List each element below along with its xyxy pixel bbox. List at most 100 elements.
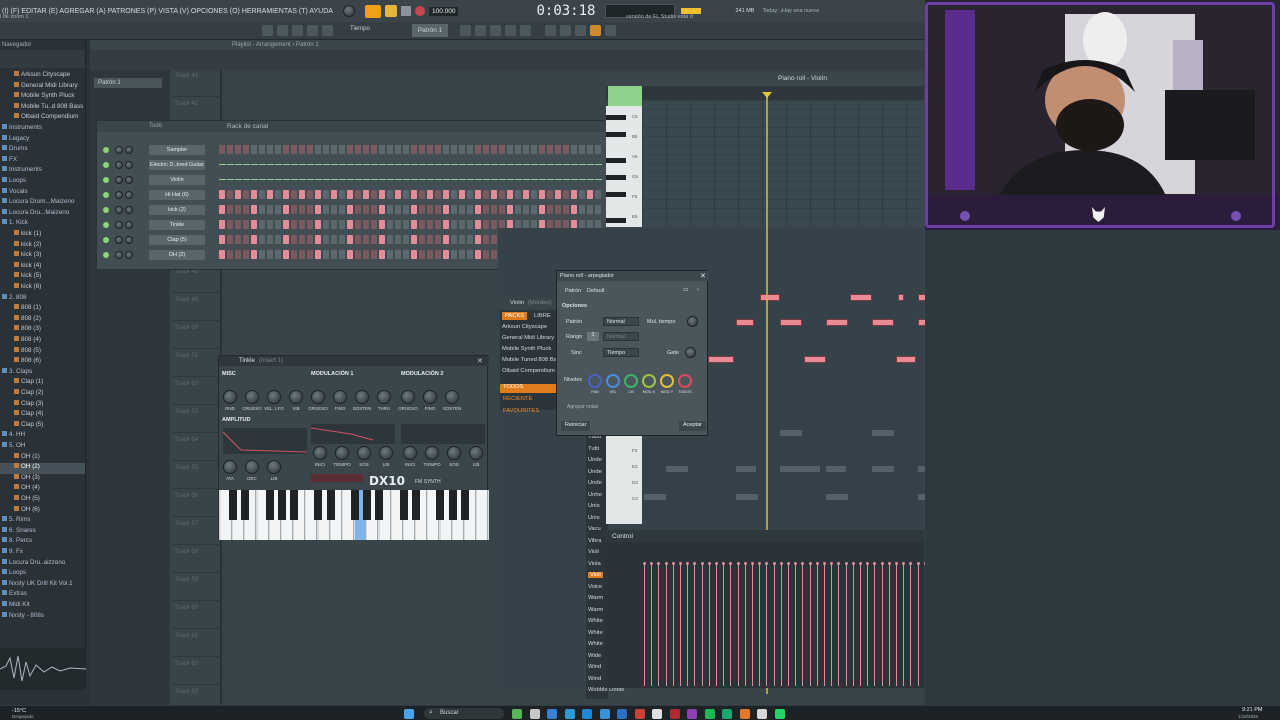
step-button[interactable]	[283, 145, 289, 154]
pack-item[interactable]: Mobile Synth Pluck	[502, 346, 551, 352]
velocity-handle[interactable]	[895, 562, 898, 565]
velocity-handle[interactable]	[902, 562, 906, 565]
velocity-bar[interactable]	[730, 562, 732, 686]
channel-led[interactable]	[103, 192, 109, 198]
step-button[interactable]	[267, 250, 273, 259]
step-button[interactable]	[355, 145, 361, 154]
stop-button[interactable]	[400, 6, 411, 16]
velocity-bar[interactable]	[723, 562, 725, 686]
velocity-bar[interactable]	[910, 562, 912, 686]
snap-selector[interactable]: Tiempo	[350, 26, 370, 32]
browser-item[interactable]: 808 (5)	[0, 346, 85, 358]
step-button[interactable]	[499, 145, 505, 154]
velocity-handle[interactable]	[715, 562, 718, 565]
taskbar-app-icon[interactable]	[617, 709, 627, 719]
note[interactable]	[804, 356, 826, 363]
step-button[interactable]	[307, 190, 313, 199]
step-button[interactable]	[259, 205, 265, 214]
velocity-bar[interactable]	[701, 562, 703, 686]
step-button[interactable]	[299, 220, 305, 229]
browser-item[interactable]: General Midi Library	[0, 81, 85, 93]
velocity-bar[interactable]	[687, 562, 689, 686]
tool-icon[interactable]	[490, 25, 501, 36]
step-button[interactable]	[323, 220, 329, 229]
tab-libre[interactable]: LIBRE	[532, 312, 553, 320]
velocity-handle[interactable]	[779, 562, 783, 565]
step-button[interactable]	[555, 145, 561, 154]
track-label[interactable]: Track 62	[172, 658, 220, 685]
browser-folder[interactable]: Nxsty - 808s	[0, 611, 85, 623]
step-button[interactable]	[315, 190, 321, 199]
velocity-bar[interactable]	[852, 562, 854, 686]
step-button[interactable]	[259, 220, 265, 229]
step-button[interactable]	[467, 235, 473, 244]
step-button[interactable]	[251, 190, 257, 199]
velocity-bar[interactable]	[896, 562, 897, 686]
velocity-bar[interactable]	[831, 562, 833, 686]
channel-volume-knob[interactable]	[125, 251, 133, 259]
velocity-bar[interactable]	[845, 562, 847, 686]
step-button[interactable]	[267, 145, 273, 154]
filter-favourites[interactable]: FAVOURITES	[503, 408, 539, 414]
agrupar-checkbox[interactable]: Agrupar notas	[567, 404, 598, 410]
step-button[interactable]	[467, 250, 473, 259]
dx10-env-knob[interactable]	[357, 446, 371, 460]
channel-volume-knob[interactable]	[125, 191, 133, 199]
step-button[interactable]	[507, 145, 513, 154]
step-button[interactable]	[323, 145, 329, 154]
step-button[interactable]	[379, 190, 385, 199]
step-button[interactable]	[251, 235, 257, 244]
step-button[interactable]	[267, 205, 273, 214]
news-body[interactable]: versión de FL Studio está d	[626, 14, 693, 20]
windows-start-icon[interactable]	[404, 709, 414, 719]
velocity-handle[interactable]	[815, 562, 819, 565]
tool-icon[interactable]	[262, 25, 273, 36]
step-button[interactable]	[299, 190, 305, 199]
channel-name[interactable]: Hi Hat (6)	[149, 190, 205, 200]
step-button[interactable]	[523, 145, 529, 154]
step-button[interactable]	[443, 190, 449, 199]
instrument-item[interactable]: Unde	[588, 480, 602, 486]
step-button[interactable]	[419, 220, 425, 229]
step-button[interactable]	[499, 190, 505, 199]
browser-folder[interactable]: Loops	[0, 569, 85, 580]
taskbar-app-icon[interactable]	[582, 709, 592, 719]
channel-pan-knob[interactable]	[115, 221, 123, 229]
tool-icon[interactable]	[277, 25, 288, 36]
step-button[interactable]	[283, 235, 289, 244]
step-button[interactable]	[531, 145, 537, 154]
black-key[interactable]	[290, 490, 298, 520]
instrument-item[interactable]: Unis	[588, 515, 600, 521]
channel-led[interactable]	[103, 237, 109, 243]
step-button[interactable]	[483, 235, 489, 244]
step-button[interactable]	[219, 250, 225, 259]
step-button[interactable]	[363, 250, 369, 259]
step-button[interactable]	[315, 235, 321, 244]
track-label[interactable]: Track 41	[172, 70, 220, 97]
pack-item[interactable]: General Midi Library	[502, 335, 554, 341]
step-button[interactable]	[459, 235, 465, 244]
browser-folder[interactable]: 4. HH	[0, 431, 85, 442]
black-key[interactable]	[412, 490, 420, 520]
step-button[interactable]	[283, 205, 289, 214]
velocity-handle[interactable]	[751, 562, 754, 565]
note[interactable]	[898, 294, 904, 301]
step-button[interactable]	[539, 190, 545, 199]
tool-icon[interactable]	[520, 25, 531, 36]
channel-name[interactable]: Violin	[149, 175, 205, 185]
step-button[interactable]	[491, 250, 497, 259]
step-button[interactable]	[347, 235, 353, 244]
channel-name[interactable]: Electric D..bred Guitar	[149, 160, 205, 170]
step-button[interactable]	[379, 235, 385, 244]
step-button[interactable]	[395, 205, 401, 214]
black-key[interactable]	[606, 217, 626, 223]
step-button[interactable]	[347, 220, 353, 229]
taskbar-app-icon[interactable]	[564, 709, 575, 719]
step-button[interactable]	[275, 235, 281, 244]
step-button[interactable]	[443, 250, 449, 259]
velocity-handle[interactable]	[844, 562, 848, 565]
velocity-handle[interactable]	[801, 562, 805, 565]
velocity-handle[interactable]	[657, 562, 661, 565]
level-knob[interactable]	[678, 374, 692, 388]
step-button[interactable]	[403, 145, 409, 154]
